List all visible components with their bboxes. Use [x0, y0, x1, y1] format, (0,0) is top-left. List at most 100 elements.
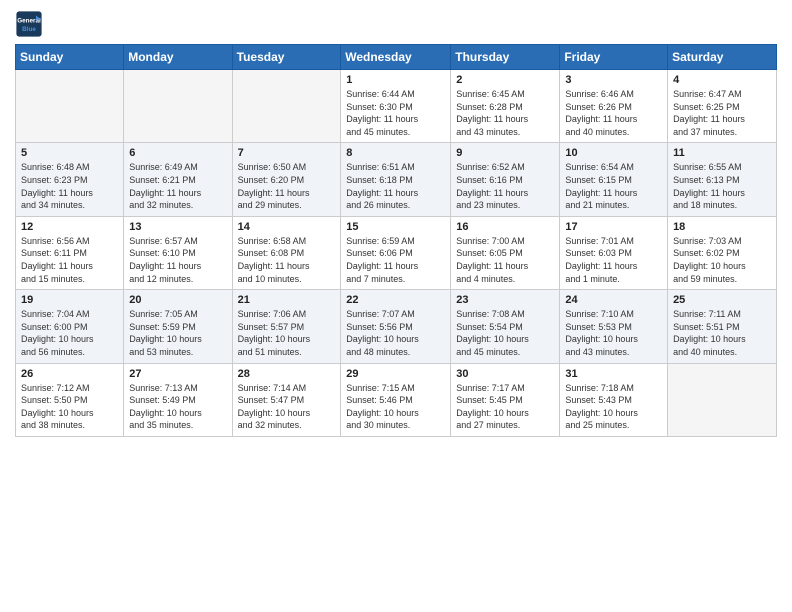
day-cell: 11 Sunrise: 6:55 AM Sunset: 6:13 PM Dayli… — [668, 143, 777, 216]
weekday-header-row: SundayMondayTuesdayWednesdayThursdayFrid… — [16, 45, 777, 70]
day-number: 11 — [673, 147, 771, 159]
day-cell — [16, 70, 124, 143]
day-number: 30 — [456, 368, 554, 380]
day-cell — [668, 363, 777, 436]
header: General Blue — [15, 10, 777, 38]
logo-icon: General Blue — [15, 10, 43, 38]
day-number: 8 — [346, 147, 445, 159]
day-number: 29 — [346, 368, 445, 380]
weekday-friday: Friday — [560, 45, 668, 70]
day-number: 1 — [346, 74, 445, 86]
day-number: 16 — [456, 221, 554, 233]
day-number: 3 — [565, 74, 662, 86]
day-cell: 26 Sunrise: 7:12 AM Sunset: 5:50 PM Dayli… — [16, 363, 124, 436]
day-cell: 10 Sunrise: 6:54 AM Sunset: 6:15 PM Dayli… — [560, 143, 668, 216]
day-info: Sunrise: 7:11 AM Sunset: 5:51 PM Dayligh… — [673, 308, 771, 358]
day-cell: 6Sunrise: 6:49 AM Sunset: 6:21 PM Daylig… — [124, 143, 232, 216]
day-cell: 24 Sunrise: 7:10 AM Sunset: 5:53 PM Dayli… — [560, 290, 668, 363]
day-cell: 29 Sunrise: 7:15 AM Sunset: 5:46 PM Dayli… — [341, 363, 451, 436]
day-number: 9 — [456, 147, 554, 159]
day-number: 31 — [565, 368, 662, 380]
day-cell: 27 Sunrise: 7:13 AM Sunset: 5:49 PM Dayli… — [124, 363, 232, 436]
day-info: Sunrise: 7:13 AM Sunset: 5:49 PM Dayligh… — [129, 382, 226, 432]
day-cell: 12Sunrise: 6:56 AM Sunset: 6:11 PM Dayli… — [16, 216, 124, 289]
day-cell: 9 Sunrise: 6:52 AM Sunset: 6:16 PM Daylig… — [451, 143, 560, 216]
week-row-3: 12Sunrise: 6:56 AM Sunset: 6:11 PM Dayli… — [16, 216, 777, 289]
day-info: Sunrise: 7:03 AM Sunset: 6:02 PM Dayligh… — [673, 235, 771, 285]
day-info: Sunrise: 7:12 AM Sunset: 5:50 PM Dayligh… — [21, 382, 118, 432]
day-cell: 3 Sunrise: 6:46 AM Sunset: 6:26 PM Daylig… — [560, 70, 668, 143]
day-number: 18 — [673, 221, 771, 233]
svg-text:Blue: Blue — [22, 26, 36, 33]
week-row-2: 5Sunrise: 6:48 AM Sunset: 6:23 PM Daylig… — [16, 143, 777, 216]
day-info: Sunrise: 6:54 AM Sunset: 6:15 PM Dayligh… — [565, 161, 662, 211]
day-info: Sunrise: 7:18 AM Sunset: 5:43 PM Dayligh… — [565, 382, 662, 432]
weekday-saturday: Saturday — [668, 45, 777, 70]
day-number: 21 — [238, 294, 336, 306]
day-number: 4 — [673, 74, 771, 86]
week-row-5: 26 Sunrise: 7:12 AM Sunset: 5:50 PM Dayli… — [16, 363, 777, 436]
week-row-4: 19 Sunrise: 7:04 AM Sunset: 6:00 PM Dayli… — [16, 290, 777, 363]
day-cell: 7 Sunrise: 6:50 AM Sunset: 6:20 PM Daylig… — [232, 143, 341, 216]
day-info: Sunrise: 6:56 AM Sunset: 6:11 PM Dayligh… — [21, 235, 118, 285]
day-info: Sunrise: 6:58 AM Sunset: 6:08 PM Dayligh… — [238, 235, 336, 285]
day-number: 14 — [238, 221, 336, 233]
weekday-wednesday: Wednesday — [341, 45, 451, 70]
day-info: Sunrise: 7:10 AM Sunset: 5:53 PM Dayligh… — [565, 308, 662, 358]
day-number: 19 — [21, 294, 118, 306]
calendar: SundayMondayTuesdayWednesdayThursdayFrid… — [15, 44, 777, 437]
day-info: Sunrise: 6:51 AM Sunset: 6:18 PM Dayligh… — [346, 161, 445, 211]
day-info: Sunrise: 6:48 AM Sunset: 6:23 PM Dayligh… — [21, 161, 118, 211]
day-info: Sunrise: 6:47 AM Sunset: 6:25 PM Dayligh… — [673, 88, 771, 138]
day-cell: 28Sunrise: 7:14 AM Sunset: 5:47 PM Dayli… — [232, 363, 341, 436]
day-info: Sunrise: 7:00 AM Sunset: 6:05 PM Dayligh… — [456, 235, 554, 285]
day-cell: 14 Sunrise: 6:58 AM Sunset: 6:08 PM Dayli… — [232, 216, 341, 289]
day-info: Sunrise: 6:46 AM Sunset: 6:26 PM Dayligh… — [565, 88, 662, 138]
day-info: Sunrise: 6:45 AM Sunset: 6:28 PM Dayligh… — [456, 88, 554, 138]
day-cell: 25 Sunrise: 7:11 AM Sunset: 5:51 PM Dayli… — [668, 290, 777, 363]
day-info: Sunrise: 7:06 AM Sunset: 5:57 PM Dayligh… — [238, 308, 336, 358]
day-number: 10 — [565, 147, 662, 159]
weekday-sunday: Sunday — [16, 45, 124, 70]
day-info: Sunrise: 6:55 AM Sunset: 6:13 PM Dayligh… — [673, 161, 771, 211]
day-number: 7 — [238, 147, 336, 159]
weekday-thursday: Thursday — [451, 45, 560, 70]
day-cell: 31 Sunrise: 7:18 AM Sunset: 5:43 PM Dayli… — [560, 363, 668, 436]
day-number: 25 — [673, 294, 771, 306]
day-info: Sunrise: 6:44 AM Sunset: 6:30 PM Dayligh… — [346, 88, 445, 138]
day-cell: 1 Sunrise: 6:44 AM Sunset: 6:30 PM Daylig… — [341, 70, 451, 143]
day-number: 27 — [129, 368, 226, 380]
day-cell: 30 Sunrise: 7:17 AM Sunset: 5:45 PM Dayli… — [451, 363, 560, 436]
day-cell: 4 Sunrise: 6:47 AM Sunset: 6:25 PM Daylig… — [668, 70, 777, 143]
day-cell: 21 Sunrise: 7:06 AM Sunset: 5:57 PM Dayli… — [232, 290, 341, 363]
day-info: Sunrise: 7:04 AM Sunset: 6:00 PM Dayligh… — [21, 308, 118, 358]
day-cell — [232, 70, 341, 143]
day-number: 6 — [129, 147, 226, 159]
day-number: 17 — [565, 221, 662, 233]
day-number: 26 — [21, 368, 118, 380]
day-cell: 18 Sunrise: 7:03 AM Sunset: 6:02 PM Dayli… — [668, 216, 777, 289]
day-number: 24 — [565, 294, 662, 306]
day-cell: 2 Sunrise: 6:45 AM Sunset: 6:28 PM Daylig… — [451, 70, 560, 143]
day-info: Sunrise: 7:01 AM Sunset: 6:03 PM Dayligh… — [565, 235, 662, 285]
day-cell: 8 Sunrise: 6:51 AM Sunset: 6:18 PM Daylig… — [341, 143, 451, 216]
day-info: Sunrise: 7:07 AM Sunset: 5:56 PM Dayligh… — [346, 308, 445, 358]
day-info: Sunrise: 7:15 AM Sunset: 5:46 PM Dayligh… — [346, 382, 445, 432]
day-info: Sunrise: 7:14 AM Sunset: 5:47 PM Dayligh… — [238, 382, 336, 432]
day-number: 2 — [456, 74, 554, 86]
day-cell: 5Sunrise: 6:48 AM Sunset: 6:23 PM Daylig… — [16, 143, 124, 216]
day-cell: 13Sunrise: 6:57 AM Sunset: 6:10 PM Dayli… — [124, 216, 232, 289]
day-info: Sunrise: 7:08 AM Sunset: 5:54 PM Dayligh… — [456, 308, 554, 358]
day-info: Sunrise: 6:52 AM Sunset: 6:16 PM Dayligh… — [456, 161, 554, 211]
day-cell: 22 Sunrise: 7:07 AM Sunset: 5:56 PM Dayli… — [341, 290, 451, 363]
day-number: 20 — [129, 294, 226, 306]
week-row-1: 1 Sunrise: 6:44 AM Sunset: 6:30 PM Daylig… — [16, 70, 777, 143]
day-info: Sunrise: 7:17 AM Sunset: 5:45 PM Dayligh… — [456, 382, 554, 432]
day-number: 22 — [346, 294, 445, 306]
day-info: Sunrise: 6:57 AM Sunset: 6:10 PM Dayligh… — [129, 235, 226, 285]
day-cell: 19 Sunrise: 7:04 AM Sunset: 6:00 PM Dayli… — [16, 290, 124, 363]
day-cell: 16 Sunrise: 7:00 AM Sunset: 6:05 PM Dayli… — [451, 216, 560, 289]
day-cell: 15Sunrise: 6:59 AM Sunset: 6:06 PM Dayli… — [341, 216, 451, 289]
day-cell: 23Sunrise: 7:08 AM Sunset: 5:54 PM Dayli… — [451, 290, 560, 363]
day-info: Sunrise: 6:50 AM Sunset: 6:20 PM Dayligh… — [238, 161, 336, 211]
